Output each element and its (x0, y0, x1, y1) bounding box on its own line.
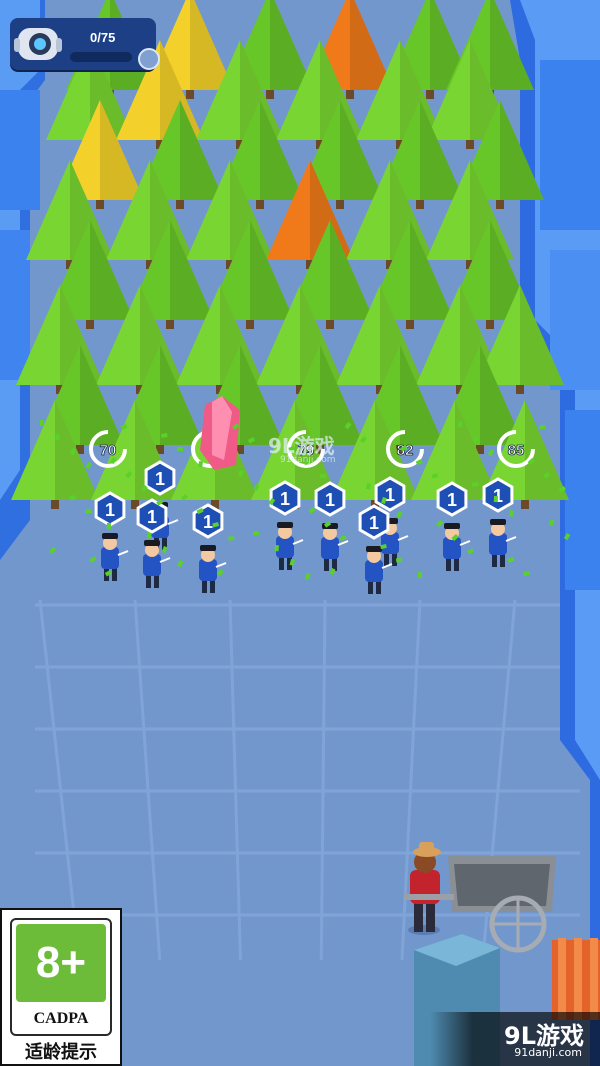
shield-badge-icon[interactable] (138, 48, 160, 70)
unit-level-value: 1 (203, 512, 213, 532)
log-pile (552, 938, 600, 1020)
log-counter-panel: 0/75 (10, 18, 160, 70)
leaf-particle (396, 558, 403, 563)
leaf-particle (106, 522, 111, 530)
unit-level-value: 1 (105, 500, 115, 520)
leaf-particle (417, 572, 422, 579)
age-rating-frame: 8+ CADPA (10, 918, 112, 1036)
unit-level-value: 1 (385, 485, 395, 505)
tree-health-value: 82 (397, 442, 414, 459)
unit-level-value: 1 (325, 490, 335, 510)
leaf-particle (198, 461, 203, 468)
tree-health-value: 85 (508, 442, 525, 459)
game-scene: 7079798285 1111111111 (0, 0, 600, 1066)
leaf-particle (40, 420, 44, 426)
age-rating-tip: 适龄提示 (25, 1042, 97, 1063)
robot-head-icon (14, 28, 62, 60)
age-rating-value: 8+ (16, 924, 106, 1002)
leaf-particle (320, 474, 327, 479)
bottom-watermark: 9L游戏 91danji.com (430, 1012, 600, 1066)
leaf-particle (55, 434, 60, 441)
watermark-url: 91danji.com (514, 1046, 582, 1059)
leaf-particle (85, 508, 92, 514)
leaf-particle (472, 482, 479, 487)
unit-level-value: 1 (493, 486, 503, 506)
leaf-particle (539, 425, 546, 430)
center-watermark-url: 91danji.com (280, 455, 336, 465)
leaf-particle (253, 531, 260, 536)
unit-level-value: 1 (280, 489, 290, 509)
leaf-particle (177, 447, 184, 452)
unit-level-value: 1 (447, 490, 457, 510)
unit-level-value: 1 (155, 469, 165, 489)
log-counter-text: 0/75 (90, 30, 116, 45)
log-progress-bar (70, 52, 132, 62)
leaf-particle (493, 496, 498, 503)
unit-level-value: 1 (369, 513, 379, 533)
age-rating-badge: 8+ CADPA 适龄提示 (0, 908, 122, 1066)
unit-level-value: 1 (147, 507, 157, 527)
age-rating-org: CADPA (33, 1010, 89, 1027)
leaf-particle (228, 536, 235, 541)
leaf-particle (274, 545, 279, 552)
tree-health-value: 70 (100, 442, 117, 459)
